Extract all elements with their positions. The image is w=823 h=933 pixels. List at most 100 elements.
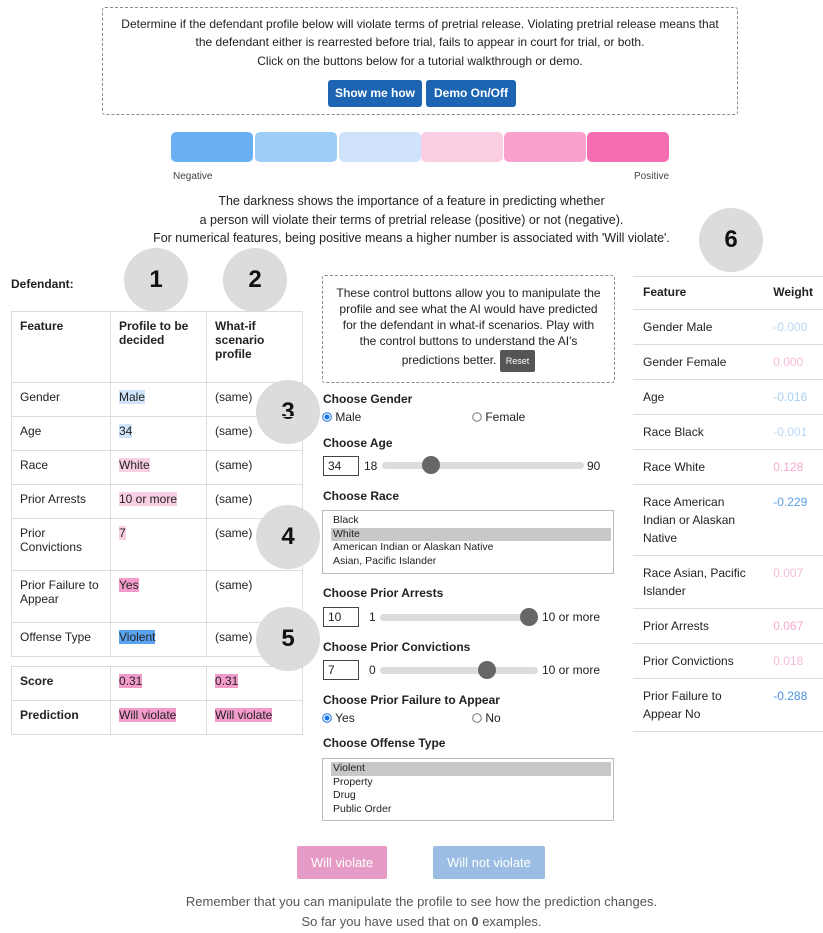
usage-counter: So far you have used that on 0 examples. bbox=[0, 914, 823, 929]
instructions-line-1: Determine if the defendant profile below… bbox=[121, 17, 719, 31]
callout-2: 2 bbox=[223, 248, 287, 312]
reminder-text: Remember that you can manipulate the pro… bbox=[185, 894, 658, 909]
fta-radio-yes[interactable]: Yes bbox=[322, 711, 355, 725]
prior-convictions-input[interactable]: 7 bbox=[323, 660, 359, 680]
will-violate-button[interactable]: Will violate bbox=[297, 846, 387, 879]
weight-feature: Race Asian, Pacific Islander bbox=[633, 555, 766, 609]
offense-option[interactable]: Drug bbox=[333, 789, 603, 803]
weights-row: Prior Convictions 0.018 bbox=[633, 643, 823, 679]
legend-explanation-line-2: a person will violate their terms of pre… bbox=[199, 213, 624, 227]
table-row: Prior Arrests 10 or more (same) bbox=[11, 484, 303, 519]
feature-weights-table: Feature Weight Gender Male -0.000 Gender F… bbox=[633, 276, 823, 732]
score-row: Score 0.31 0.31 bbox=[11, 666, 303, 701]
table-row: Age 34 (same) bbox=[11, 416, 303, 451]
scale-swatch bbox=[421, 132, 503, 162]
offense-option[interactable]: Property bbox=[333, 776, 603, 790]
weight-feature: Age bbox=[633, 379, 766, 415]
prior-convictions-max-label: 10 or more bbox=[542, 663, 601, 677]
weights-row: Race Asian, Pacific Islander 0.007 bbox=[633, 555, 823, 609]
instructions-box: Determine if the defendant profile below… bbox=[102, 7, 738, 115]
weight-feature: Prior Failure to Appear No bbox=[633, 678, 766, 732]
weights-row: Prior Failure to Appear No -0.288 bbox=[633, 678, 823, 732]
race-option-selected[interactable]: White bbox=[331, 527, 611, 541]
prior-convictions-min-label: 0 bbox=[369, 663, 376, 677]
table-row: Prior Failure to Appear Yes (same) bbox=[11, 570, 303, 623]
age-label: Choose Age bbox=[323, 436, 393, 450]
weights-row: Prior Arrests 0.067 bbox=[633, 608, 823, 644]
offense-type-select[interactable]: Violent Property Drug Public Order bbox=[322, 758, 614, 821]
prior-convictions-slider-thumb[interactable] bbox=[478, 661, 496, 679]
row-feature: Offense Type bbox=[11, 622, 111, 657]
race-option[interactable]: Asian, Pacific Islander bbox=[333, 555, 603, 569]
header-profile: Profile to be decided bbox=[110, 311, 207, 383]
weight-value: 0.067 bbox=[765, 608, 823, 644]
score-whatif-value: 0.31 bbox=[215, 674, 239, 688]
gender-radio-female[interactable]: Female bbox=[472, 410, 525, 424]
gender-radio-male[interactable]: Male bbox=[322, 410, 361, 424]
prior-arrests-slider-track[interactable] bbox=[380, 614, 538, 621]
weight-feature: Gender Female bbox=[633, 344, 766, 380]
defendant-header-row: Feature Profile to be decided What-if sc… bbox=[11, 311, 303, 383]
radio-selected-icon bbox=[322, 412, 332, 422]
show-me-how-button[interactable]: Show me how bbox=[328, 80, 422, 107]
scale-swatch bbox=[587, 132, 669, 162]
legend-negative-label: Negative bbox=[173, 171, 213, 182]
table-row: Race White (same) bbox=[11, 450, 303, 485]
controls-help-line-1: These control buttons allow you to manip… bbox=[336, 286, 601, 300]
prior-arrests-label: Choose Prior Arrests bbox=[323, 586, 444, 600]
fta-option-yes-label: Yes bbox=[335, 711, 355, 725]
fta-option-no-label: No bbox=[485, 711, 501, 725]
age-slider-thumb[interactable] bbox=[422, 456, 441, 474]
row-feature: Gender bbox=[11, 382, 111, 417]
weight-feature: Prior Arrests bbox=[633, 608, 766, 644]
demo-toggle-button[interactable]: Demo On/Off bbox=[426, 80, 516, 107]
prediction-profile-value: Will violate bbox=[119, 708, 177, 722]
weight-feature: Race Black bbox=[633, 414, 766, 450]
row-whatif-value: (same) bbox=[206, 518, 303, 571]
row-feature: Race bbox=[11, 450, 111, 485]
weight-value: 0.000 bbox=[765, 344, 823, 380]
reset-button[interactable]: Reset bbox=[499, 350, 536, 372]
race-select[interactable]: Black White American Indian or Alaskan N… bbox=[322, 510, 614, 574]
row-feature: Age bbox=[11, 416, 111, 451]
callout-6: 6 bbox=[699, 208, 763, 272]
prior-arrests-slider-thumb[interactable] bbox=[520, 608, 538, 626]
weights-row: Gender Male -0.000 bbox=[633, 309, 823, 345]
weight-feature: Race White bbox=[633, 449, 766, 485]
scale-swatch bbox=[339, 132, 421, 162]
fta-radio-no[interactable]: No bbox=[472, 711, 501, 725]
callout-1: 1 bbox=[124, 248, 188, 312]
weight-value: -0.000 bbox=[765, 309, 823, 345]
weights-header-row: Feature Weight bbox=[633, 276, 823, 310]
age-slider-track[interactable] bbox=[382, 462, 584, 469]
prior-arrests-min-label: 1 bbox=[369, 610, 376, 624]
weight-value: -0.001 bbox=[765, 414, 823, 450]
offense-option-selected[interactable]: Violent bbox=[331, 762, 611, 776]
radio-selected-icon bbox=[322, 713, 332, 723]
row-profile-value: 34 bbox=[119, 424, 133, 438]
usage-count: 0 bbox=[471, 914, 479, 929]
gender-option-male-label: Male bbox=[335, 410, 362, 424]
controls-help-line-4: the control buttons to understand the AI… bbox=[359, 334, 578, 348]
legend-explanation-line-1: The darkness shows the importance of a f… bbox=[218, 194, 605, 208]
prior-convictions-label: Choose Prior Convictions bbox=[323, 640, 471, 654]
row-whatif-value: (same) bbox=[206, 622, 303, 657]
controls-help-line-5: predictions better. bbox=[401, 353, 497, 368]
race-option[interactable]: Black bbox=[333, 514, 603, 528]
will-not-violate-button[interactable]: Will not violate bbox=[433, 846, 545, 879]
weight-feature: Gender Male bbox=[633, 309, 766, 345]
controls-help-box: These control buttons allow you to manip… bbox=[322, 275, 615, 383]
weights-row: Race American Indian or Alaskan Native -0… bbox=[633, 484, 823, 556]
prior-arrests-input[interactable]: 10 bbox=[323, 607, 359, 627]
table-row: Gender Male (same) bbox=[11, 382, 303, 417]
prior-convictions-slider-track[interactable] bbox=[380, 667, 538, 674]
row-profile-value: Male bbox=[119, 390, 146, 404]
radio-unselected-icon bbox=[472, 412, 482, 422]
race-option[interactable]: American Indian or Alaskan Native bbox=[333, 541, 603, 555]
age-min-label: 18 bbox=[364, 459, 378, 473]
table-row: Offense Type Violent (same) bbox=[11, 622, 303, 657]
offense-option[interactable]: Public Order bbox=[333, 803, 603, 817]
usage-counter-suffix: examples. bbox=[478, 914, 542, 929]
gender-option-female-label: Female bbox=[485, 410, 526, 424]
age-input[interactable]: 34 bbox=[323, 456, 359, 476]
